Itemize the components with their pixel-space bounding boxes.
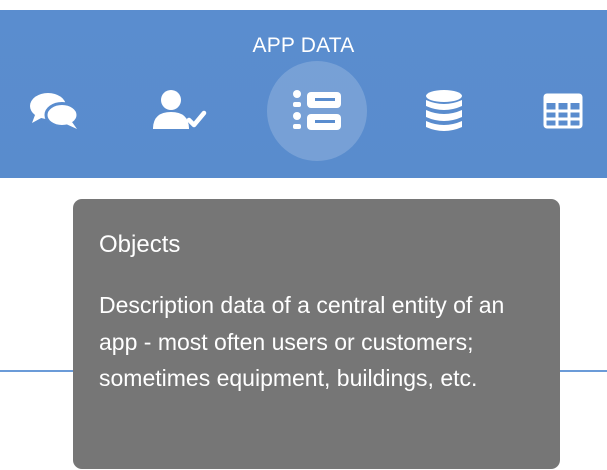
tab-database[interactable] [394,61,494,161]
tab-chats[interactable] [4,61,104,161]
top-strip [0,0,607,10]
divider-line-left [0,370,80,372]
tab-objects[interactable] [267,61,367,161]
tab-users[interactable] [129,61,229,161]
header-title: APP DATA [252,34,355,57]
user-check-icon [153,90,207,129]
tooltip-body: Description data of a central entity of … [99,292,505,391]
table-grid-icon [543,93,583,129]
tab-table[interactable] [513,61,607,161]
objects-list-icon [293,90,341,130]
chat-bubbles-icon [30,93,80,129]
app-data-header: APP DATA [0,10,607,178]
divider-line-right [560,370,607,372]
tooltip-title: Objects [99,231,181,258]
objects-tooltip: Objects Description data of a central en… [73,199,560,469]
database-icon [426,90,462,131]
